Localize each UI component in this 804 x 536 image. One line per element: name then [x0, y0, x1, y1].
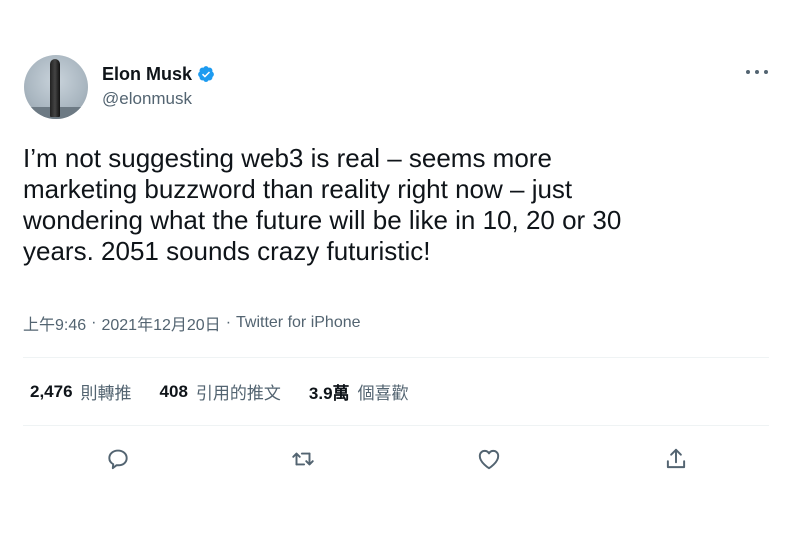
retweet-icon	[292, 452, 314, 466]
avatar[interactable]	[24, 55, 88, 119]
author-handle[interactable]: @elonmusk	[102, 89, 192, 109]
author-name[interactable]: Elon Musk	[102, 64, 192, 85]
quotes-stat[interactable]: 408 引用的推文	[160, 379, 281, 404]
more-dot	[755, 70, 759, 74]
retweets-label: 則轉推	[80, 384, 132, 403]
share-icon	[666, 448, 686, 469]
reply-button[interactable]	[103, 444, 133, 474]
likes-stat[interactable]: 3.9萬 個喜歡	[309, 379, 409, 404]
heart-icon	[478, 449, 500, 470]
tweet-time[interactable]: 上午9:46	[23, 311, 86, 335]
quotes-count: 408	[159, 381, 188, 401]
tweet-stats: 2,476 則轉推 408 引用的推文 3.9萬 個喜歡	[30, 379, 437, 404]
share-button[interactable]	[661, 444, 691, 474]
more-icon[interactable]	[746, 64, 768, 80]
divider	[23, 357, 769, 358]
quotes-label: 引用的推文	[195, 384, 281, 403]
tweet-source[interactable]: Twitter for iPhone	[236, 314, 361, 332]
retweets-stat[interactable]: 2,476 則轉推	[30, 379, 132, 404]
tweet-date[interactable]: 2021年12月20日	[101, 311, 220, 335]
reply-icon	[108, 449, 128, 470]
more-dot	[746, 70, 750, 74]
meta-separator: ·	[225, 314, 232, 331]
divider	[23, 425, 769, 426]
retweets-count: 2,476	[30, 381, 73, 401]
action-bar	[0, 444, 804, 476]
meta-separator: ·	[91, 314, 97, 331]
likes-label: 個喜歡	[357, 384, 409, 403]
verified-badge-icon	[198, 66, 214, 82]
avatar-rocket	[50, 59, 60, 117]
tweet-meta: 上午9:46 · 2021年12月20日 · Twitter for iPhon…	[23, 311, 361, 335]
more-dot	[764, 70, 768, 74]
like-button[interactable]	[474, 444, 504, 474]
author-name-row[interactable]: Elon Musk	[102, 63, 215, 85]
tweet-text: I’m not suggesting web3 is real – seems …	[23, 143, 622, 266]
retweet-button[interactable]	[288, 444, 318, 474]
likes-count: 3.9萬	[308, 384, 350, 403]
